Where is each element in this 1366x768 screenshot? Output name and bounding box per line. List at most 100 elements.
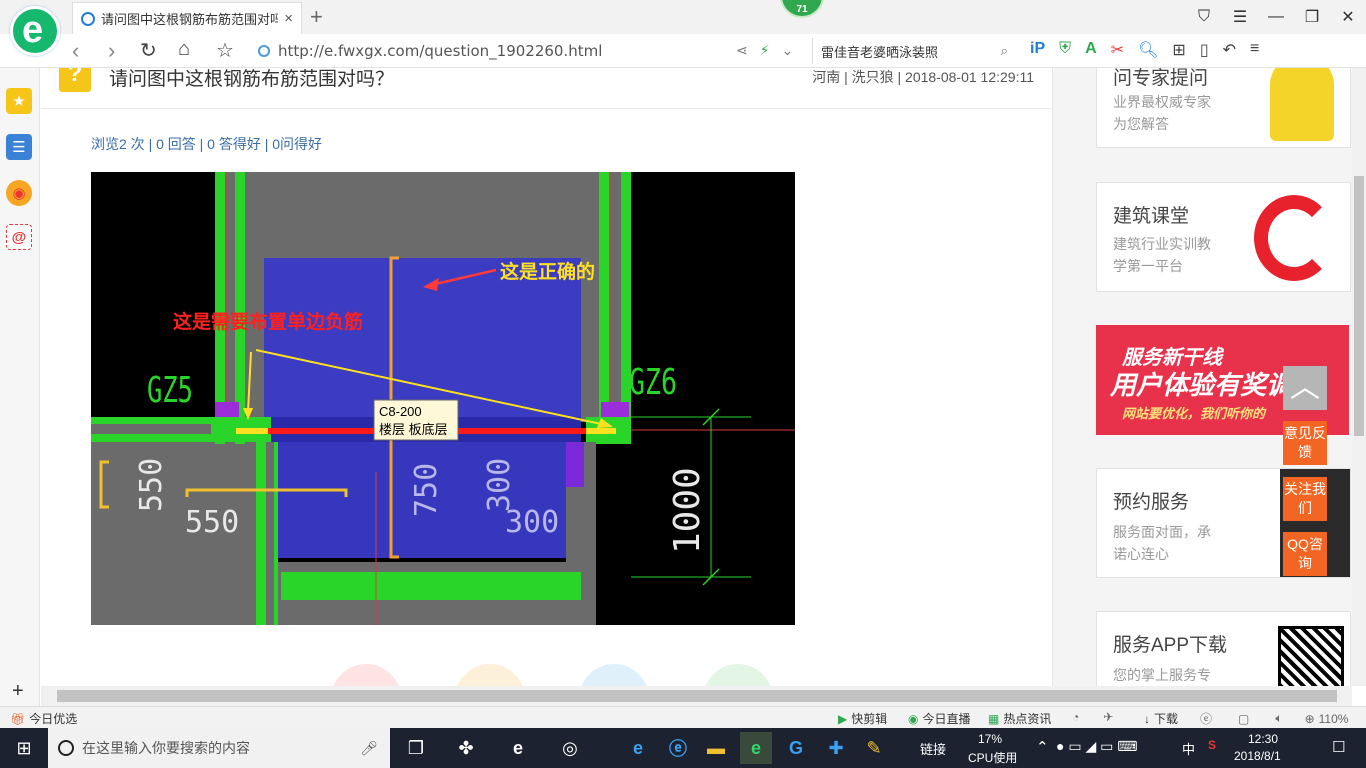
undo-icon[interactable]: ↶: [1223, 40, 1236, 60]
zoom-level[interactable]: 110%: [1319, 712, 1349, 726]
question-meta[interactable]: 河南 | 洗只狼 | 2018-08-01 12:29:11: [812, 68, 1034, 87]
sogou-ime-icon[interactable]: S: [1208, 738, 1216, 752]
notes-app-icon[interactable]: ✎: [858, 732, 890, 764]
label-gz5: GZ5: [147, 370, 193, 411]
clock-time[interactable]: 12:30: [1248, 732, 1278, 746]
tab-close-button[interactable]: ×: [284, 10, 293, 27]
site-info-icon[interactable]: [258, 45, 270, 57]
vertical-scrollbar[interactable]: [1352, 68, 1366, 686]
expert-card[interactable]: 问专家提问 业界最权威专家 为您解答: [1096, 68, 1351, 148]
back-to-top-button[interactable]: ︿: [1283, 366, 1327, 410]
tray-chevron-up-icon[interactable]: ⌃: [1036, 738, 1049, 756]
menu-icon[interactable]: ☰: [1222, 0, 1258, 34]
mail-icon[interactable]: @: [6, 224, 32, 250]
windows-start-icon[interactable]: ⊞: [0, 728, 48, 768]
browser-tab[interactable]: 请问图中这根钢筋布筋范围对吗 ×: [72, 2, 302, 34]
volume-icon[interactable]: 🔈︎: [1275, 711, 1282, 726]
taskbar-search-placeholder[interactable]: 在这里输入你要搜索的内容: [82, 738, 250, 758]
window-icon[interactable]: ▢: [1238, 712, 1249, 726]
speed-mode-icon[interactable]: ⚡: [760, 42, 770, 59]
apps-grid-icon[interactable]: ⊞: [1172, 40, 1185, 60]
reading-list-icon[interactable]: ☰: [6, 134, 32, 160]
tooltip-line1: C8-200: [379, 404, 422, 419]
translate-icon[interactable]: A: [1085, 40, 1097, 60]
qq-consult-button[interactable]: QQ咨询: [1283, 532, 1327, 576]
new-tab-button[interactable]: +: [310, 4, 323, 30]
tray-app-icons[interactable]: ● ▭ ◢ ▭ ⌨: [1056, 738, 1137, 755]
horizontal-scrollbar[interactable]: [41, 686, 1352, 706]
restore-button[interactable]: ❐: [1294, 0, 1330, 34]
shirt-skin-icon[interactable]: ⛉: [1186, 0, 1222, 34]
taskbar-search[interactable]: 在这里输入你要搜索的内容 🎤︎: [48, 728, 390, 768]
follow-us-button[interactable]: 关注我们: [1283, 477, 1327, 521]
vertical-scroll-thumb[interactable]: [1354, 176, 1364, 436]
chrome-like-icon[interactable]: ◎: [554, 732, 586, 764]
favorite-star-button[interactable]: ☆: [216, 38, 234, 63]
close-button[interactable]: ✕: [1330, 0, 1366, 34]
ie-icon[interactable]: ⓔ: [662, 732, 694, 764]
sidebar-add-icon[interactable]: +: [12, 680, 24, 703]
window-controls: ⛉ ☰ — ❐ ✕: [1186, 0, 1366, 34]
ip-extension-icon[interactable]: iP: [1030, 40, 1045, 60]
tablet-icon[interactable]: ▯: [1200, 40, 1209, 60]
scissors-icon[interactable]: ✂: [1111, 40, 1124, 60]
weibo-icon[interactable]: ◉: [6, 180, 32, 206]
notification-center-icon[interactable]: ☐: [1332, 738, 1345, 756]
download[interactable]: ↓ 下载: [1144, 710, 1178, 727]
ie-mode-icon[interactable]: ⓔ: [1200, 710, 1212, 727]
classroom-card[interactable]: 建筑课堂 建筑行业实训教 学第一平台: [1096, 182, 1351, 292]
task-view-icon[interactable]: ❐: [400, 732, 432, 764]
share-button[interactable]: [579, 664, 649, 686]
plus-app-icon[interactable]: ✚: [820, 732, 852, 764]
horizontal-scroll-thumb[interactable]: [57, 690, 1337, 702]
feedback-button[interactable]: 意见反馈: [1283, 421, 1327, 465]
minimize-button[interactable]: —: [1258, 0, 1294, 34]
today-pick[interactable]: 🎁︎ 今日优选: [10, 710, 77, 727]
chevron-down-icon[interactable]: ⌄: [782, 42, 794, 59]
dim-1000: 1000: [667, 467, 708, 554]
question-stats[interactable]: 浏览2 次 | 0 回答 | 0 答得好 | 0问得好: [91, 134, 322, 154]
address-url[interactable]: http://e.fwxgx.com/question_1902260.html: [278, 42, 602, 60]
magnifier-icon[interactable]: 🔍︎: [1138, 40, 1158, 60]
classroom-card-title: 建筑课堂: [1113, 206, 1190, 227]
search-icon[interactable]: ⌕: [1001, 43, 1008, 59]
back-button[interactable]: ‹: [72, 38, 79, 64]
browser-logo[interactable]: e: [10, 6, 60, 56]
notification-badge[interactable]: 71: [780, 0, 824, 18]
ime-indicator[interactable]: 中: [1182, 739, 1195, 758]
home-button[interactable]: ⌂: [178, 38, 190, 61]
favorite-button[interactable]: [455, 664, 525, 686]
quick-clip[interactable]: ▶ 快剪辑: [838, 710, 887, 727]
browser-statusbar: 🎁︎ 今日优选 ▶ 快剪辑 ◉ 今日直播 ▦ 热点资讯 ◔ ✈ ↓ 下载 ⓔ ▢…: [0, 706, 1366, 728]
clock-date[interactable]: 2018/8/1: [1234, 749, 1281, 763]
microphone-icon[interactable]: 🎤︎: [360, 740, 378, 757]
share-icon[interactable]: ⋖: [736, 42, 748, 59]
edge-legacy-icon[interactable]: e: [502, 732, 534, 764]
forward-button[interactable]: ›: [108, 38, 115, 64]
address-bar[interactable]: http://e.fwxgx.com/question_1902260.html: [258, 39, 798, 63]
search-input[interactable]: 雷佳音老婆晒泳装照: [821, 42, 1001, 61]
edge-icon[interactable]: e: [622, 732, 654, 764]
hamburger-menu-icon[interactable]: ≡: [1250, 40, 1259, 60]
pin-icon[interactable]: ✈: [1103, 710, 1113, 724]
qr-code-icon: [1278, 626, 1344, 686]
speed-icon[interactable]: ◔: [1072, 710, 1079, 724]
shield-icon[interactable]: ⛨: [1059, 40, 1071, 60]
refresh-button[interactable]: ↻: [140, 38, 157, 63]
today-live[interactable]: ◉ 今日直播: [908, 710, 971, 727]
fan-app-icon[interactable]: ✤: [450, 732, 482, 764]
download-icon: ↓: [1144, 711, 1150, 726]
app-download-card[interactable]: 服务APP下载 您的掌上服务专: [1096, 611, 1351, 686]
collect-button[interactable]: [331, 664, 401, 686]
answer-button[interactable]: [703, 664, 773, 686]
expert-card-title: 问专家提问: [1113, 68, 1209, 89]
hot-news[interactable]: ▦ 热点资讯: [988, 710, 1051, 727]
file-explorer-icon[interactable]: ▬: [700, 732, 732, 764]
download-label: 下载: [1154, 712, 1179, 726]
browser-taskbar-icon[interactable]: e: [740, 732, 772, 764]
link-label[interactable]: 链接: [920, 739, 946, 758]
search-box[interactable]: 雷佳音老婆晒泳装照 ⌕: [812, 38, 1008, 64]
zoom-icon[interactable]: ⊕: [1305, 712, 1315, 726]
favorites-star-icon[interactable]: ★: [6, 88, 32, 114]
g-app-icon[interactable]: G: [780, 732, 812, 764]
